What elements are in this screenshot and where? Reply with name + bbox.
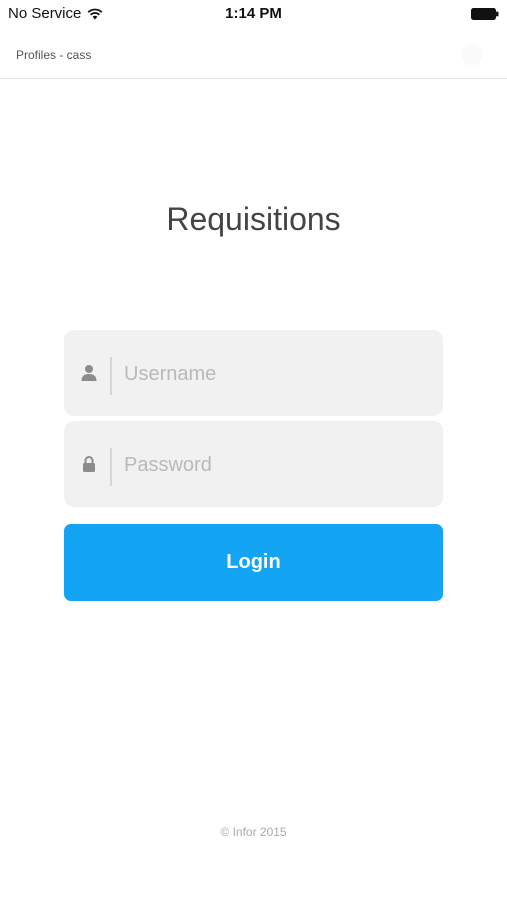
user-icon [81, 365, 97, 381]
password-field[interactable] [64, 421, 443, 507]
page-title: Requisitions [166, 201, 341, 237]
username-field[interactable] [64, 330, 443, 416]
username-input[interactable] [124, 354, 424, 394]
status-bar: No Service 1:14 PM [0, 0, 507, 28]
battery-icon [471, 8, 499, 20]
copyright-footer: © Infor 2015 [220, 825, 287, 839]
navigation-bar: Profiles - cass [0, 28, 507, 79]
status-time: 1:14 PM [225, 5, 282, 22]
profiles-link[interactable]: Profiles - cass [16, 48, 91, 62]
password-input[interactable] [124, 445, 424, 485]
nav-action-icon[interactable] [461, 44, 483, 66]
login-button[interactable]: Login [64, 524, 443, 601]
lock-icon [83, 456, 95, 472]
field-divider [110, 357, 112, 395]
field-divider [110, 448, 112, 486]
login-screen: No Service 1:14 PM Profiles - cass Requi… [0, 0, 507, 900]
